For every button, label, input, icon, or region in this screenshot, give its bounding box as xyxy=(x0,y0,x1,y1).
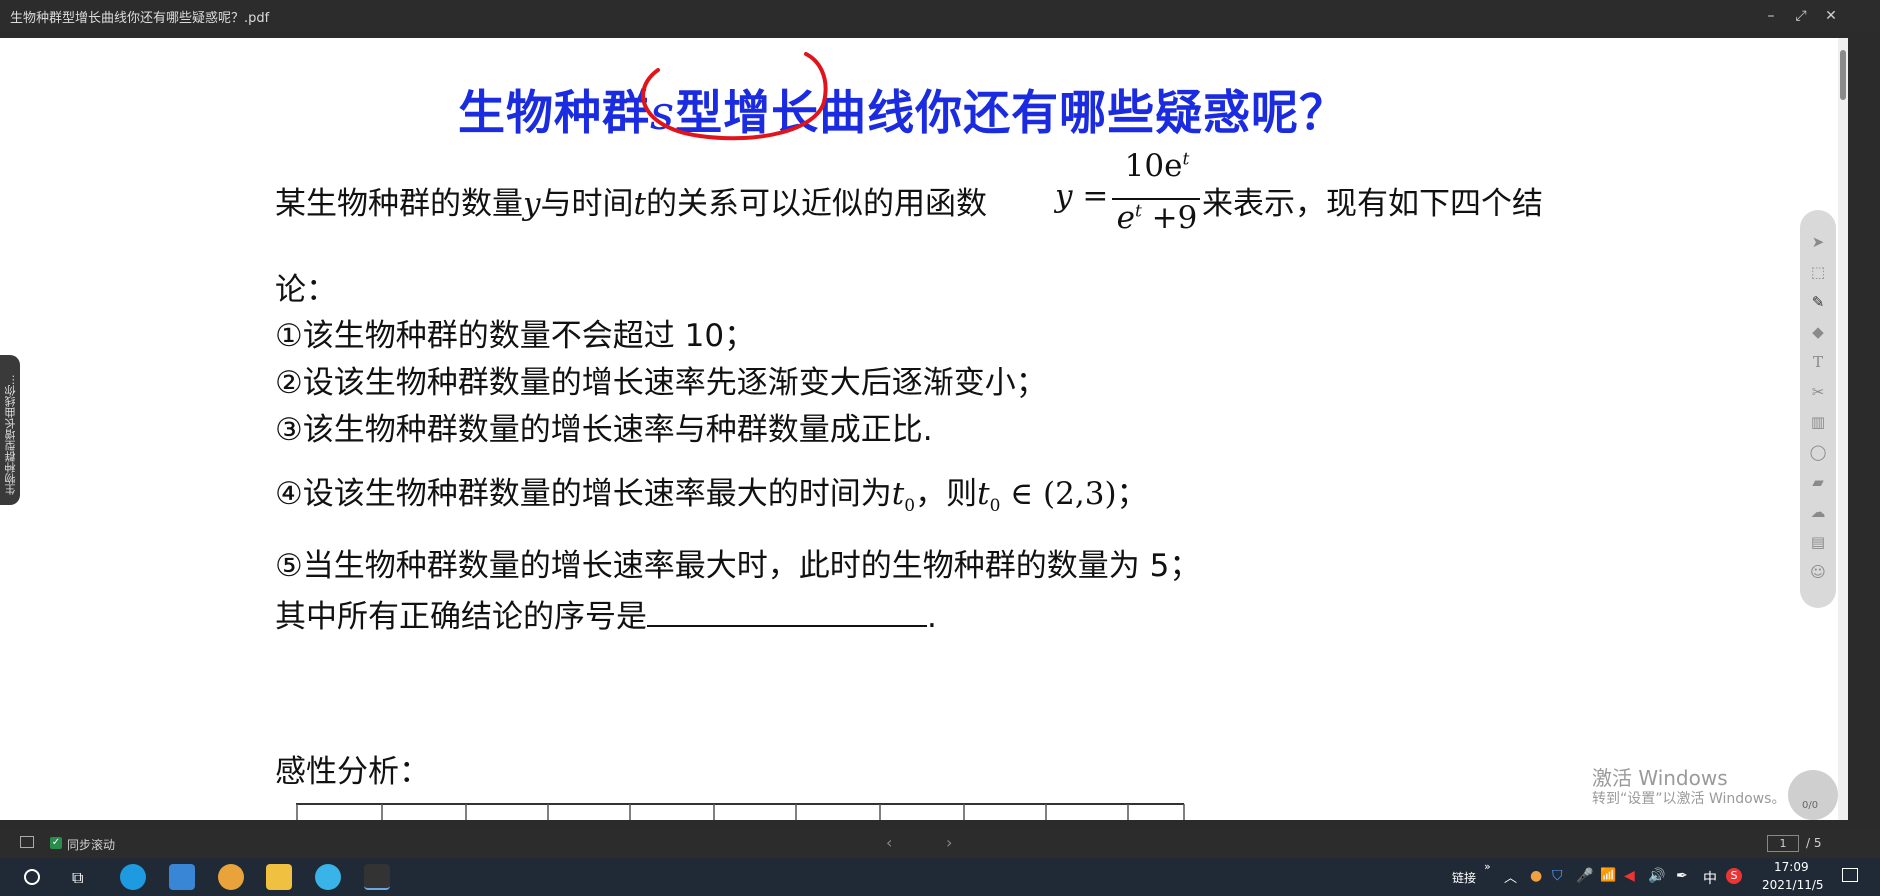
flag-icon[interactable]: ◀ xyxy=(1624,868,1635,884)
t0: t xyxy=(891,476,905,512)
item-3: ③该生物种群数量的增长速率与种群数量成正比. xyxy=(275,412,933,448)
red-ink-annotation[interactable] xyxy=(620,50,840,150)
item-1: ①该生物种群的数量不会超过 10； xyxy=(275,318,756,354)
prev-page-icon[interactable]: ‹ xyxy=(886,833,892,852)
text: 0 xyxy=(904,496,916,517)
problem-line-2: 论： xyxy=(275,272,337,308)
whiteboard-app-icon[interactable] xyxy=(315,864,341,890)
var-t: t xyxy=(633,186,646,222)
eraser-icon[interactable]: ◆ xyxy=(1808,322,1828,342)
item-4: ④设该生物种群数量的增长速率最大的时间为t0，则t0 ∈ (2,3)； xyxy=(275,468,1148,516)
text: 的关系可以近似的用函数 xyxy=(645,186,987,222)
pen-tray-icon[interactable]: ✒ xyxy=(1676,868,1688,884)
volume-icon[interactable]: 🔊 xyxy=(1648,868,1665,884)
clock-date[interactable]: 2021/11/5 xyxy=(1762,878,1824,892)
text: +9 xyxy=(1141,200,1198,236)
cloud-icon[interactable]: ☁ xyxy=(1808,502,1828,522)
question-line: 其中所有正确结论的序号是. xyxy=(275,591,937,636)
link-label[interactable]: 链接 xyxy=(1452,869,1476,886)
pdf-page: 生物种群s型增长曲线你还有哪些疑惑呢？ 某生物种群的数量y与时间t的关系可以近似… xyxy=(0,38,1838,820)
text: t xyxy=(1182,149,1190,170)
text: 某生物种群的数量 xyxy=(275,186,523,222)
annotation-toolbar: ➤ ⬚ ✎ ◆ T ✂ ▥ ◯ ▰ ☁ ▤ ☺ xyxy=(1800,210,1836,608)
close-button[interactable]: ✕ xyxy=(1816,0,1846,32)
text: . xyxy=(927,599,937,635)
trash-icon[interactable]: ▥ xyxy=(1808,412,1828,432)
analysis-heading: 感性分析： xyxy=(275,754,430,790)
vertical-scrollbar[interactable] xyxy=(1838,38,1848,820)
item-5: ⑤当生物种群数量的增长速率最大时，此时的生物种群的数量为 5； xyxy=(275,548,1201,584)
window-title: 生物种群型增长曲线你还有哪些疑惑呢？.pdf xyxy=(10,10,270,26)
shield-icon[interactable]: ⛉ xyxy=(1552,868,1563,884)
windows-watermark-sub: 转到“设置”以激活 Windows。 xyxy=(1592,791,1786,807)
problem-line-1: 某生物种群的数量y与时间t的关系可以近似的用函数 xyxy=(275,178,987,223)
store-icon[interactable] xyxy=(169,864,195,890)
fraction-numerator: 10et xyxy=(1112,148,1202,184)
text: t xyxy=(1134,201,1142,222)
var-y: y xyxy=(523,186,541,222)
text: 其中所有正确结论的序号是 xyxy=(275,599,647,635)
side-tab-label: 生物种群型增长曲线你... xyxy=(4,374,17,496)
qq-icon[interactable]: ● xyxy=(1530,868,1542,884)
minimize-button[interactable]: – xyxy=(1756,0,1786,32)
viewer-bottom-bar: ✓ 同步滚动 ‹ › 1 / 5 xyxy=(0,830,1880,858)
windows-watermark-title: 激活 Windows xyxy=(1592,766,1728,790)
text: ，则 xyxy=(915,476,978,512)
people-icon[interactable]: ☺ xyxy=(1808,562,1828,582)
network-icon[interactable]: 📶 xyxy=(1600,868,1616,883)
page-badge[interactable]: 0/0 xyxy=(1788,770,1838,820)
problem-line-1-end: 来表示，现有如下四个结 xyxy=(1202,186,1543,222)
pdf-viewer-taskbar-icon[interactable] xyxy=(364,864,390,890)
window-titlebar: 生物种群型增长曲线你还有哪些疑惑呢？.pdf – ⤢ ✕ xyxy=(0,0,1880,32)
func-y: y = xyxy=(1055,178,1108,214)
text: ④设该生物种群数量的增长速率最大的时间为 xyxy=(275,476,892,512)
page-badge-text: 0/0 xyxy=(1802,800,1819,811)
sogou-ime-icon[interactable]: S xyxy=(1726,868,1742,884)
file-explorer-icon[interactable] xyxy=(266,864,292,890)
expand-chevron-icon[interactable]: » xyxy=(1484,860,1491,873)
text: 10e xyxy=(1124,148,1183,184)
page-number-input[interactable]: 1 xyxy=(1767,835,1799,852)
page-total: / 5 xyxy=(1806,836,1822,850)
table-partial xyxy=(296,803,1185,820)
text: 与时间 xyxy=(540,186,634,222)
briefcase-icon[interactable]: ▤ xyxy=(1808,532,1828,552)
scissors-icon[interactable]: ✂ xyxy=(1808,382,1828,402)
sync-scroll-label: 同步滚动 xyxy=(67,838,116,852)
app-icon[interactable] xyxy=(218,864,244,890)
select-region-icon[interactable]: ⬚ xyxy=(1808,262,1828,282)
text: y = xyxy=(1055,178,1109,214)
sidebar-toggle-icon[interactable] xyxy=(20,836,34,848)
text: ∈ (2,3)； xyxy=(1000,476,1148,512)
notification-icon[interactable] xyxy=(1842,868,1858,882)
edge-browser-icon[interactable] xyxy=(120,864,146,890)
answer-blank xyxy=(647,599,927,627)
document-side-tab[interactable]: 生物种群型增长曲线你... xyxy=(0,355,20,505)
scrollbar-thumb[interactable] xyxy=(1840,50,1846,100)
fraction-denominator: et +9 xyxy=(1112,200,1202,236)
pen-icon[interactable]: ✎ xyxy=(1808,292,1828,312)
search-circle-icon[interactable] xyxy=(24,869,40,885)
ime-indicator[interactable]: 中 xyxy=(1703,868,1717,888)
tray-up-icon[interactable]: ︿ xyxy=(1504,867,1517,886)
record-icon[interactable]: ◯ xyxy=(1808,442,1828,462)
next-page-icon[interactable]: › xyxy=(946,833,952,852)
pointer-icon[interactable]: ➤ xyxy=(1808,232,1828,252)
right-margin xyxy=(1848,32,1880,820)
text: 0 xyxy=(989,496,1001,517)
microphone-icon[interactable]: 🎤 xyxy=(1576,868,1593,884)
windows-taskbar: ⧉ 链接 » ︿ ● ⛉ 🎤 📶 ◀ 🔊 ✒ 中 S 17:09 2021/11… xyxy=(0,858,1880,896)
document-title: 生物种群s型增长曲线你还有哪些疑惑呢？ xyxy=(458,74,1347,143)
restore-button[interactable]: ⤢ xyxy=(1786,0,1816,32)
task-view-icon[interactable]: ⧉ xyxy=(72,868,83,888)
sync-scroll-checkbox[interactable]: ✓ xyxy=(50,837,62,849)
text: e xyxy=(1116,200,1135,236)
comment-icon[interactable]: ▰ xyxy=(1808,472,1828,492)
clock-time[interactable]: 17:09 xyxy=(1774,860,1809,874)
item-2: ②设该生物种群数量的增长速率先逐渐变大后逐渐变小； xyxy=(275,365,1047,401)
t0: t xyxy=(977,476,990,512)
text-tool-icon[interactable]: T xyxy=(1808,352,1828,372)
